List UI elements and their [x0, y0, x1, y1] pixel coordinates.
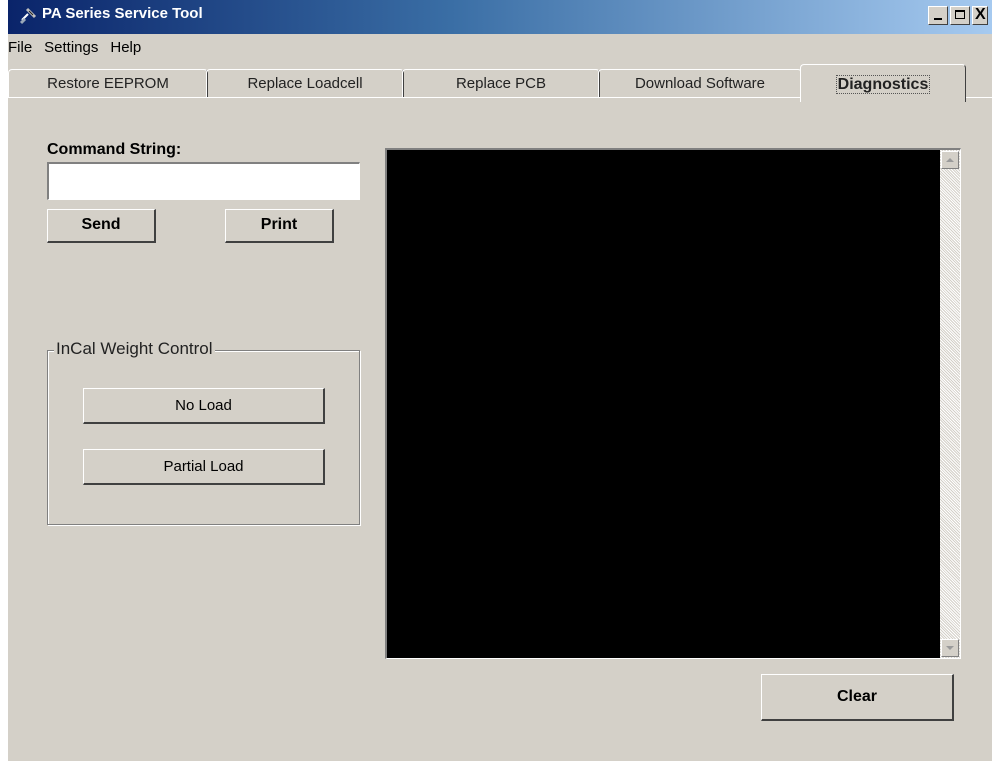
incal-weight-control-title: InCal Weight Control: [54, 339, 215, 359]
diagnostics-output-console[interactable]: [385, 148, 961, 659]
minimize-icon: [934, 18, 942, 20]
tab-replace-loadcell[interactable]: Replace Loadcell: [206, 69, 404, 98]
clear-button[interactable]: Clear: [761, 674, 954, 721]
scroll-down-arrow-icon: [946, 646, 954, 650]
maximize-button[interactable]: [950, 6, 970, 25]
tab-diagnostics[interactable]: Diagnostics: [800, 64, 966, 102]
main-window: PA Series Service Tool X File Settings H…: [8, 0, 992, 761]
incal-weight-control-group: InCal Weight Control: [47, 339, 360, 525]
close-icon: X: [975, 6, 986, 23]
menu-settings[interactable]: Settings: [38, 36, 104, 60]
scroll-up-arrow-icon: [946, 158, 954, 162]
tab-strip: Restore EEPROM Replace Loadcell Replace …: [8, 60, 992, 102]
title-bar[interactable]: PA Series Service Tool X: [8, 0, 992, 34]
no-load-button[interactable]: No Load: [83, 388, 325, 424]
menu-bar: File Settings Help: [8, 36, 147, 60]
command-string-label: Command String:: [47, 141, 182, 158]
tab-replace-pcb[interactable]: Replace PCB: [402, 69, 600, 98]
menu-file[interactable]: File: [8, 36, 38, 60]
minimize-button[interactable]: [928, 6, 948, 25]
partial-load-button[interactable]: Partial Load: [83, 449, 325, 485]
send-button[interactable]: Send: [47, 209, 156, 243]
tab-restore-eeprom[interactable]: Restore EEPROM: [8, 69, 208, 98]
satellite-dish-icon: [19, 7, 37, 25]
menu-help[interactable]: Help: [104, 36, 147, 60]
print-button[interactable]: Print: [225, 209, 334, 243]
tab-download-software[interactable]: Download Software: [598, 69, 802, 98]
command-string-input[interactable]: [47, 162, 360, 200]
scroll-up-button[interactable]: [941, 151, 959, 169]
scroll-down-button[interactable]: [941, 639, 959, 657]
window-title: PA Series Service Tool: [42, 5, 203, 22]
console-vertical-scrollbar[interactable]: [940, 150, 960, 658]
tab-diagnostics-label: Diagnostics: [835, 75, 931, 94]
maximize-icon: [955, 10, 965, 19]
close-button[interactable]: X: [972, 6, 988, 25]
